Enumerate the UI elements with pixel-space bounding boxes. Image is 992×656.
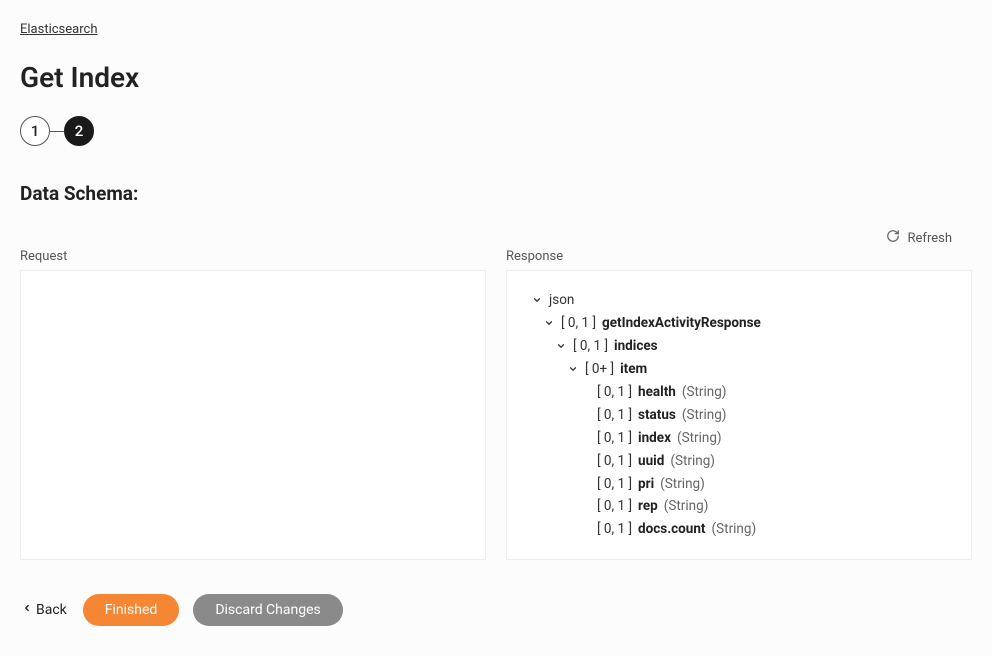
tree-leaf[interactable]: [ 0, 1 ] rep (String) xyxy=(521,495,957,518)
step-2[interactable]: 2 xyxy=(64,116,94,146)
refresh-button[interactable]: Refresh xyxy=(886,229,952,247)
tree-leaf-name: docs.count xyxy=(638,518,705,541)
tree-leaf-range: [ 0, 1 ] xyxy=(597,473,632,496)
tree-leaf[interactable]: [ 0, 1 ] status (String) xyxy=(521,404,957,427)
section-title: Data Schema: xyxy=(20,182,972,205)
refresh-icon xyxy=(886,229,900,247)
tree-node-name: indices xyxy=(614,335,658,358)
tree-leaf[interactable]: [ 0, 1 ] health (String) xyxy=(521,381,957,404)
tree-leaf[interactable]: [ 0, 1 ] index (String) xyxy=(521,427,957,450)
chevron-down-icon xyxy=(543,318,555,328)
tree-node-root[interactable]: json xyxy=(521,289,957,312)
tree-leaf-name: rep xyxy=(638,495,658,518)
back-button[interactable]: Back xyxy=(20,596,69,624)
tree-leaf[interactable]: [ 0, 1 ] pri (String) xyxy=(521,473,957,496)
breadcrumb-link[interactable]: Elasticsearch xyxy=(20,22,97,37)
tree-leaf-name: pri xyxy=(638,473,654,496)
tree-leaf-range: [ 0, 1 ] xyxy=(597,518,632,541)
tree-leaf-name: index xyxy=(638,427,671,450)
page-title: Get Index xyxy=(20,61,972,94)
response-panel: json [ 0, 1 ] getIndexActivityResponse [… xyxy=(506,270,972,560)
tree-leaf-range: [ 0, 1 ] xyxy=(597,450,632,473)
tree-leaf-range: [ 0, 1 ] xyxy=(597,427,632,450)
tree-leaf-type: (String) xyxy=(670,450,715,473)
refresh-label: Refresh xyxy=(908,231,952,246)
finished-button[interactable]: Finished xyxy=(83,594,180,626)
tree-leaf-type: (String) xyxy=(682,404,727,427)
step-1[interactable]: 1 xyxy=(20,116,50,146)
tree-node-name: getIndexActivityResponse xyxy=(602,312,761,335)
step-connector xyxy=(50,131,64,132)
stepper: 1 2 xyxy=(20,116,972,146)
chevron-down-icon xyxy=(567,364,579,374)
tree-leaf-range: [ 0, 1 ] xyxy=(597,495,632,518)
chevron-down-icon xyxy=(555,341,567,351)
tree-node-l2[interactable]: [ 0, 1 ] indices xyxy=(521,335,957,358)
tree-leaf-type: (String) xyxy=(682,381,727,404)
tree-leaf-name: status xyxy=(638,404,676,427)
chevron-left-icon xyxy=(22,602,32,618)
tree-node-name: item xyxy=(620,358,647,381)
tree-node-l1[interactable]: [ 0, 1 ] getIndexActivityResponse xyxy=(521,312,957,335)
schema-tree: json [ 0, 1 ] getIndexActivityResponse [… xyxy=(507,271,971,555)
request-label: Request xyxy=(20,249,486,264)
chevron-down-icon xyxy=(531,295,543,305)
tree-leaf-type: (String) xyxy=(712,518,757,541)
tree-leaf-type: (String) xyxy=(664,495,709,518)
tree-node-l3[interactable]: [ 0+ ] item xyxy=(521,358,957,381)
tree-leaf-name: health xyxy=(638,381,676,404)
back-label: Back xyxy=(36,602,67,618)
tree-node-label: json xyxy=(549,289,574,312)
tree-leaf-range: [ 0, 1 ] xyxy=(597,381,632,404)
tree-node-range: [ 0+ ] xyxy=(585,358,614,381)
tree-leaf-name: uuid xyxy=(638,450,664,473)
tree-leaf[interactable]: [ 0, 1 ] docs.count (String) xyxy=(521,518,957,541)
response-label: Response xyxy=(506,249,972,264)
tree-leaf-type: (String) xyxy=(677,427,722,450)
tree-leaf-type: (String) xyxy=(660,473,705,496)
tree-leaf-range: [ 0, 1 ] xyxy=(597,404,632,427)
tree-node-range: [ 0, 1 ] xyxy=(561,312,596,335)
request-panel xyxy=(20,270,486,560)
tree-node-range: [ 0, 1 ] xyxy=(573,335,608,358)
discard-button[interactable]: Discard Changes xyxy=(193,594,342,626)
tree-leaf[interactable]: [ 0, 1 ] uuid (String) xyxy=(521,450,957,473)
